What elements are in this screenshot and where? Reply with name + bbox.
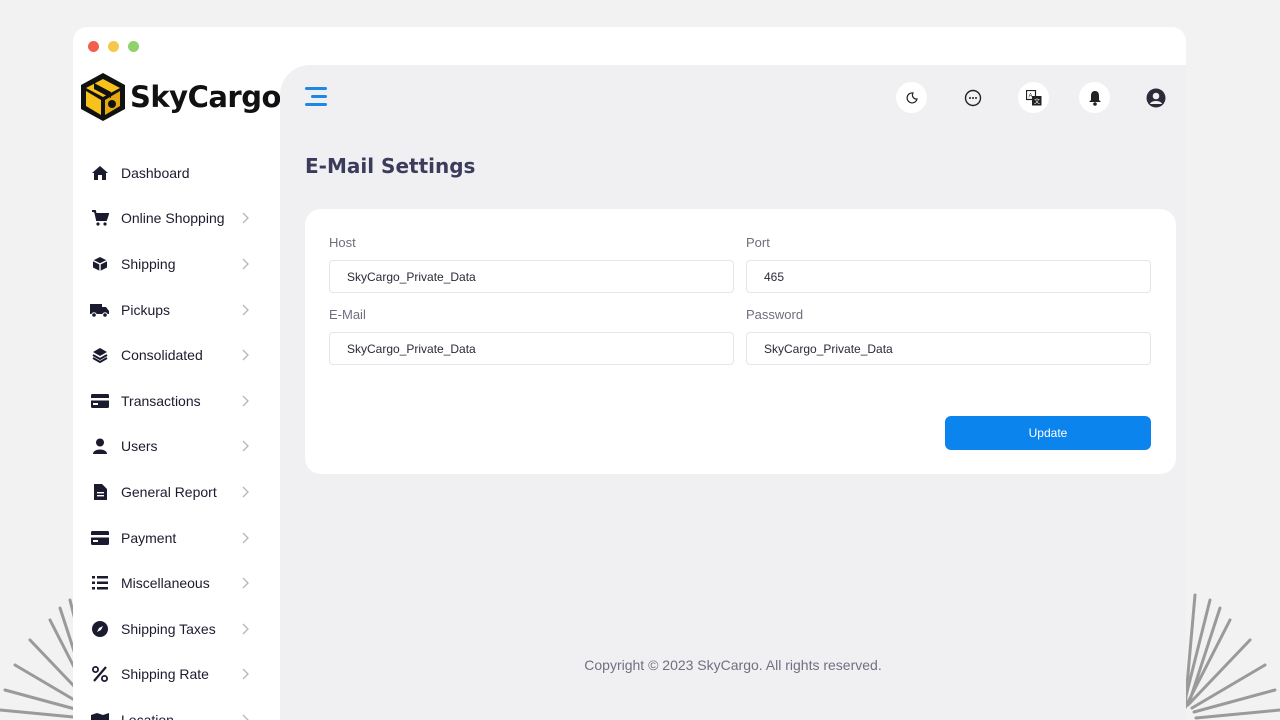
user-icon bbox=[90, 436, 110, 456]
host-label: Host bbox=[329, 235, 356, 250]
sidebar-item-label: Users bbox=[121, 438, 158, 455]
sidebar-item-label: Payment bbox=[121, 529, 177, 546]
svg-text:A: A bbox=[1028, 93, 1032, 99]
truck-icon bbox=[90, 300, 110, 320]
sidebar-item-consolidated[interactable]: Consolidated bbox=[73, 332, 280, 378]
menu-line bbox=[305, 87, 327, 90]
chevron-right-icon bbox=[242, 440, 249, 452]
sidebar-item-label: Online Shopping bbox=[121, 210, 225, 227]
sidebar-item-general-report[interactable]: General Report bbox=[73, 469, 280, 515]
sidebar-item-label: Shipping Taxes bbox=[121, 620, 216, 637]
maximize-window-button[interactable] bbox=[128, 41, 139, 52]
browser-window: SkyCargo Dashboard Online Shopping Shipp… bbox=[73, 27, 1186, 720]
update-button[interactable]: Update bbox=[945, 416, 1151, 450]
palm-leaf-decoration-right bbox=[1170, 580, 1280, 720]
list-icon bbox=[90, 573, 110, 593]
chevron-right-icon bbox=[242, 577, 249, 589]
email-label: E-Mail bbox=[329, 307, 366, 322]
sidebar-item-dashboard[interactable]: Dashboard bbox=[73, 150, 280, 196]
menu-toggle-button[interactable] bbox=[305, 87, 327, 107]
sidebar-item-location[interactable]: Location bbox=[73, 697, 280, 720]
brand-name: SkyCargo bbox=[130, 80, 281, 114]
notifications-button[interactable] bbox=[1079, 82, 1110, 113]
email-settings-form: Host Port E-Mail Password Update bbox=[305, 209, 1176, 474]
credit-card-icon bbox=[90, 391, 110, 411]
password-label: Password bbox=[746, 307, 804, 322]
home-icon bbox=[90, 163, 110, 183]
sidebar-item-miscellaneous[interactable]: Miscellaneous bbox=[73, 560, 280, 606]
chevron-right-icon bbox=[242, 623, 249, 635]
chevron-right-icon bbox=[242, 395, 249, 407]
chat-icon bbox=[964, 89, 981, 106]
main-content: A文 E-Mail Settings Host Port E-Mail Pass… bbox=[280, 65, 1186, 720]
sidebar-item-label: Shipping Rate bbox=[121, 666, 209, 683]
moon-icon bbox=[906, 91, 918, 104]
minimize-window-button[interactable] bbox=[108, 41, 119, 52]
chevron-right-icon bbox=[242, 304, 249, 316]
profile-button[interactable] bbox=[1140, 82, 1171, 113]
password-input[interactable] bbox=[746, 332, 1151, 365]
chevron-right-icon bbox=[242, 486, 249, 498]
port-label: Port bbox=[746, 235, 770, 250]
sidebar-item-label: Shipping bbox=[121, 255, 176, 272]
credit-card-icon bbox=[90, 528, 110, 548]
language-button[interactable]: A文 bbox=[1018, 82, 1049, 113]
chevron-right-icon bbox=[242, 714, 249, 720]
messages-button[interactable] bbox=[957, 82, 988, 113]
host-input[interactable] bbox=[329, 260, 734, 293]
sidebar-item-label: Location bbox=[121, 711, 174, 720]
brand-logo[interactable]: SkyCargo bbox=[78, 71, 281, 123]
sidebar-item-transactions[interactable]: Transactions bbox=[73, 378, 280, 424]
port-input[interactable] bbox=[746, 260, 1151, 293]
page-title: E-Mail Settings bbox=[305, 154, 476, 178]
svg-text:文: 文 bbox=[1034, 97, 1040, 105]
sidebar-item-label: Consolidated bbox=[121, 347, 203, 364]
file-icon bbox=[90, 482, 110, 502]
chevron-right-icon bbox=[242, 668, 249, 680]
sidebar-item-shipping[interactable]: Shipping bbox=[73, 241, 280, 287]
chevron-right-icon bbox=[242, 258, 249, 270]
user-circle-icon bbox=[1146, 88, 1165, 107]
sidebar-item-label: Dashboard bbox=[121, 164, 190, 181]
map-icon bbox=[90, 710, 110, 720]
chevron-right-icon bbox=[242, 349, 249, 361]
sidebar-item-label: Miscellaneous bbox=[121, 575, 210, 592]
translate-icon: A文 bbox=[1025, 89, 1041, 105]
sidebar-item-label: Pickups bbox=[121, 301, 171, 318]
chevron-right-icon bbox=[242, 532, 249, 544]
sidebar-item-shipping-rate[interactable]: Shipping Rate bbox=[73, 652, 280, 698]
sidebar-item-shipping-taxes[interactable]: Shipping Taxes bbox=[73, 606, 280, 652]
bell-icon bbox=[1088, 90, 1101, 106]
footer-copyright: Copyright © 2023 SkyCargo. All rights re… bbox=[584, 657, 882, 673]
chevron-right-icon bbox=[242, 212, 249, 224]
email-input[interactable] bbox=[329, 332, 734, 365]
percent-icon bbox=[90, 664, 110, 684]
compass-icon bbox=[90, 619, 110, 639]
box-logo-icon bbox=[81, 73, 125, 121]
window-controls bbox=[88, 41, 139, 52]
menu-line bbox=[305, 103, 327, 106]
sidebar-item-users[interactable]: Users bbox=[73, 424, 280, 470]
topbar-actions: A文 bbox=[896, 82, 1171, 113]
sidebar: SkyCargo Dashboard Online Shopping Shipp… bbox=[73, 65, 281, 720]
sidebar-nav: Dashboard Online Shopping Shipping Picku… bbox=[73, 150, 280, 720]
layers-icon bbox=[90, 345, 110, 365]
sidebar-item-pickups[interactable]: Pickups bbox=[73, 287, 280, 333]
theme-toggle-button[interactable] bbox=[896, 82, 927, 113]
close-window-button[interactable] bbox=[88, 41, 99, 52]
sidebar-item-label: Transactions bbox=[121, 392, 201, 409]
sidebar-item-online-shopping[interactable]: Online Shopping bbox=[73, 196, 280, 242]
sidebar-item-label: General Report bbox=[121, 483, 217, 500]
menu-line bbox=[311, 95, 327, 98]
sidebar-item-payment[interactable]: Payment bbox=[73, 515, 280, 561]
box-icon bbox=[90, 254, 110, 274]
shopping-cart-icon bbox=[90, 208, 110, 228]
